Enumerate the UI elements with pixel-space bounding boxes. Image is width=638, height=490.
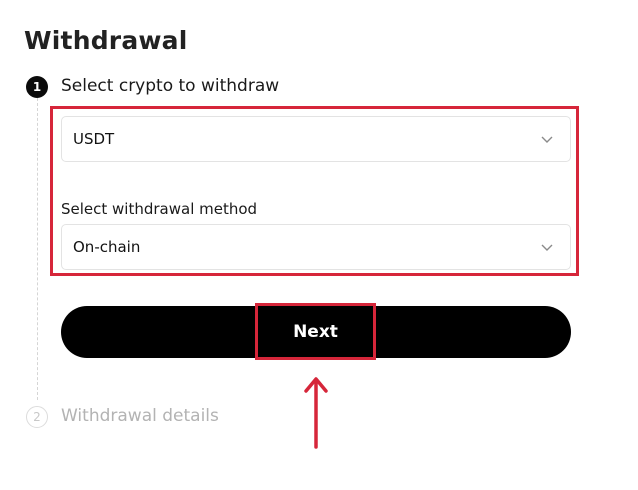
- next-button-label: Next: [293, 321, 338, 342]
- step-2-label: Withdrawal details: [61, 406, 219, 426]
- annotation-highlight-box: [50, 106, 579, 276]
- step-1-number: 1: [26, 76, 48, 98]
- next-button-annotation-box: Next: [255, 303, 376, 360]
- step-2-number: 2: [26, 406, 48, 428]
- step-1-label: Select crypto to withdraw: [61, 76, 280, 96]
- up-arrow-icon: [304, 377, 328, 449]
- page-title: Withdrawal: [24, 26, 188, 55]
- step-connector-line: [37, 98, 38, 400]
